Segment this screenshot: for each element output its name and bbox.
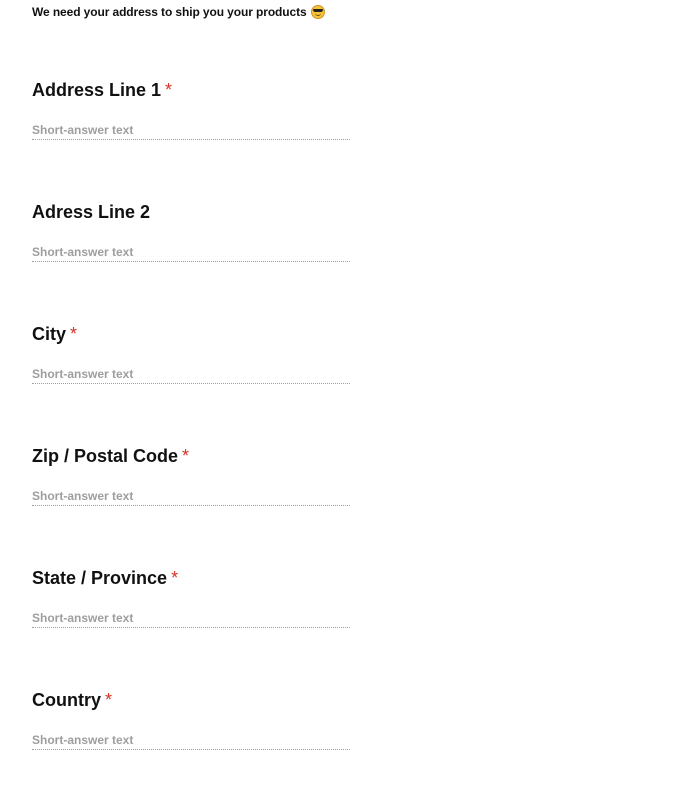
question-zip-postal-code: Zip / Postal Code * bbox=[32, 445, 350, 506]
question-state-province: State / Province * bbox=[32, 567, 350, 628]
question-address-line-2: Adress Line 2 bbox=[32, 201, 350, 262]
question-title-text: Zip / Postal Code bbox=[32, 446, 179, 466]
question-title-text: Address Line 1 bbox=[32, 80, 162, 100]
question-address-line-1: Address Line 1 * bbox=[32, 79, 350, 140]
question-title: Country * bbox=[32, 689, 350, 711]
address-line-2-input[interactable] bbox=[32, 242, 350, 262]
country-input[interactable] bbox=[32, 730, 350, 750]
zip-postal-code-input[interactable] bbox=[32, 486, 350, 506]
question-title-text: City bbox=[32, 324, 67, 344]
required-asterisk: * bbox=[171, 568, 179, 588]
city-input[interactable] bbox=[32, 364, 350, 384]
question-title: State / Province * bbox=[32, 567, 350, 589]
question-city: City * bbox=[32, 323, 350, 384]
required-asterisk: * bbox=[182, 446, 190, 466]
required-asterisk: * bbox=[70, 324, 78, 344]
form-description: We need your address to ship you your pr… bbox=[32, 5, 325, 19]
question-title-text: Country bbox=[32, 690, 101, 710]
question-title: Zip / Postal Code * bbox=[32, 445, 350, 467]
question-title: Adress Line 2 bbox=[32, 201, 350, 223]
question-title: Address Line 1 * bbox=[32, 79, 350, 101]
question-title: City * bbox=[32, 323, 350, 345]
question-country: Country * bbox=[32, 689, 350, 750]
question-title-text: State / Province bbox=[32, 568, 168, 588]
state-province-input[interactable] bbox=[32, 608, 350, 628]
sunglasses-emoji-icon bbox=[310, 5, 325, 19]
form-description-text: We need your address to ship you your pr… bbox=[32, 5, 307, 19]
address-line-1-input[interactable] bbox=[32, 120, 350, 140]
question-title-text: Adress Line 2 bbox=[32, 202, 151, 222]
required-asterisk: * bbox=[105, 690, 113, 710]
required-asterisk: * bbox=[165, 80, 173, 100]
